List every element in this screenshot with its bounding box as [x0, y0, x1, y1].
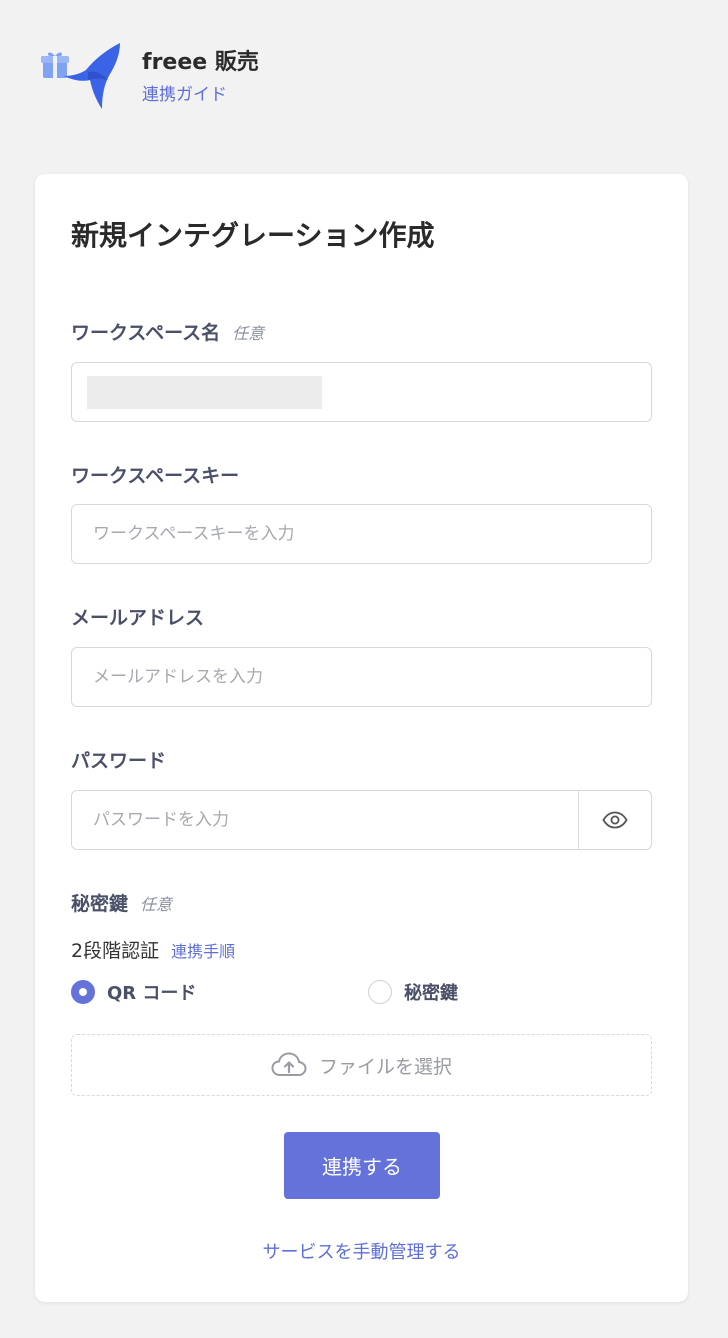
integration-form-card: 新規インテグレーション作成 ワークスペース名任意 ワークスペースキー メールアド… — [35, 174, 688, 1302]
optional-tag: 任意 — [140, 895, 173, 914]
brand-header: freee 販売 連携ガイド — [40, 40, 259, 112]
email-field[interactable] — [71, 647, 652, 707]
radio-secret-key[interactable]: 秘密鍵 — [368, 979, 458, 1005]
integration-guide-link[interactable]: 連携ガイド — [142, 80, 227, 105]
radio-unselected-indicator[interactable] — [368, 980, 392, 1004]
password-input[interactable] — [72, 791, 578, 849]
file-select-label: ファイルを選択 — [318, 1055, 452, 1078]
workspace-key-input[interactable] — [72, 505, 651, 563]
radio-qr-code[interactable]: QR コード — [71, 979, 196, 1005]
two-factor-heading: 2段階認証 連携手順 — [71, 938, 236, 962]
workspace-key-field[interactable] — [71, 504, 652, 564]
page-title: 新規インテグレーション作成 — [71, 219, 435, 252]
cloud-upload-icon — [271, 1052, 307, 1076]
brand-bird-logo — [40, 40, 126, 112]
redacted-value — [87, 376, 322, 409]
password-label: パスワード — [71, 750, 167, 772]
manual-manage-link[interactable]: サービスを手動管理する — [263, 1242, 461, 1263]
brand-name: freee 販売 — [142, 50, 259, 75]
optional-tag: 任意 — [232, 324, 265, 343]
email-input[interactable] — [72, 648, 651, 706]
workspace-key-label: ワークスペースキー — [71, 465, 240, 487]
workspace-name-field[interactable] — [71, 362, 652, 422]
workspace-name-label: ワークスペース名 任意 — [71, 322, 265, 344]
connect-button[interactable]: 連携する — [284, 1132, 440, 1199]
file-select-dropzone[interactable]: ファイルを選択 — [71, 1034, 652, 1096]
password-field[interactable] — [71, 790, 652, 850]
eye-icon — [602, 811, 628, 829]
gift-icon — [41, 52, 69, 78]
secret-key-label: 秘密鍵 任意 — [71, 893, 173, 915]
toggle-password-visibility-button[interactable] — [578, 791, 651, 849]
radio-selected-indicator[interactable] — [71, 980, 95, 1004]
email-label: メールアドレス — [71, 607, 205, 629]
integration-steps-link[interactable]: 連携手順 — [171, 938, 235, 962]
